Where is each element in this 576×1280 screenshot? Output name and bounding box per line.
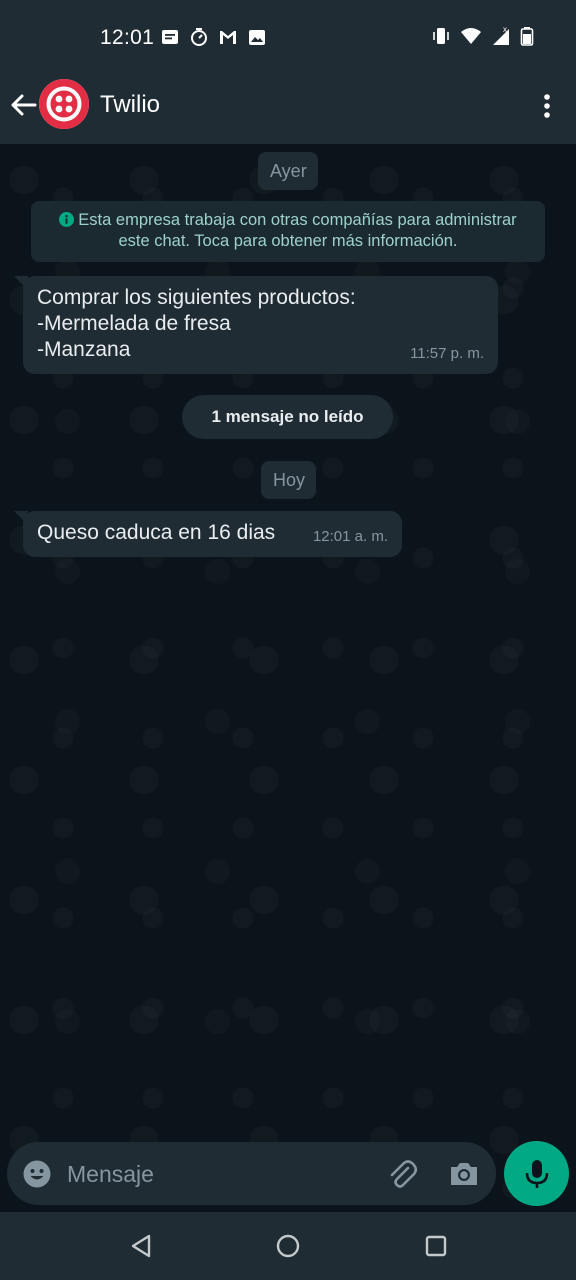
status-bar: 12:01 x [0,0,576,76]
unread-messages-divider: 1 mensaje no leído [182,395,393,439]
message-timestamp: 11:57 p. m. [410,345,484,362]
gmail-icon [220,31,236,44]
nav-recents-icon[interactable] [425,1235,447,1257]
date-chip-yesterday: Ayer [258,152,318,190]
battery-icon [520,27,534,46]
camera-icon[interactable] [448,1159,480,1189]
message-notification-icon [162,30,178,44]
wifi-icon [461,28,481,44]
twilio-logo-icon [39,79,89,129]
info-banner-text-line1: Esta empresa trabaja con otras compañías… [78,211,517,229]
signal-icon: x [493,25,509,45]
timer-icon [191,28,207,46]
gallery-icon [249,30,265,45]
vibrate-icon [433,28,449,44]
message-input[interactable] [67,1157,367,1191]
message-text-line: -Mermelada de fresa [37,312,231,335]
message-bubble-incoming[interactable]: Queso caduca en 16 dias 12:01 a. m. [23,511,402,557]
status-time: 12:01 [100,26,155,49]
more-options-icon[interactable] [542,93,552,119]
date-chip-today: Hoy [261,461,316,499]
nav-home-icon[interactable] [276,1234,300,1258]
emoji-icon[interactable] [22,1159,52,1189]
microphone-icon [525,1160,549,1188]
back-arrow-icon[interactable] [8,90,38,120]
status-system-icons: x [431,25,534,47]
status-notification-icons [160,26,267,48]
business-info-banner[interactable]: Esta empresa trabaja con otras compañías… [31,201,545,262]
message-text-line: Comprar los siguientes productos: [37,286,356,309]
message-bubble-incoming[interactable]: Comprar los siguientes productos: -Merme… [23,276,498,374]
nav-back-icon[interactable] [129,1233,153,1259]
info-banner-text-line2: este chat. Toca para obtener más informa… [118,232,458,250]
chat-title[interactable]: Twilio [100,91,160,119]
svg-text:x: x [503,25,507,34]
info-icon [59,212,75,227]
paperclip-icon[interactable] [386,1158,418,1190]
message-timestamp: 12:01 a. m. [312,528,388,545]
